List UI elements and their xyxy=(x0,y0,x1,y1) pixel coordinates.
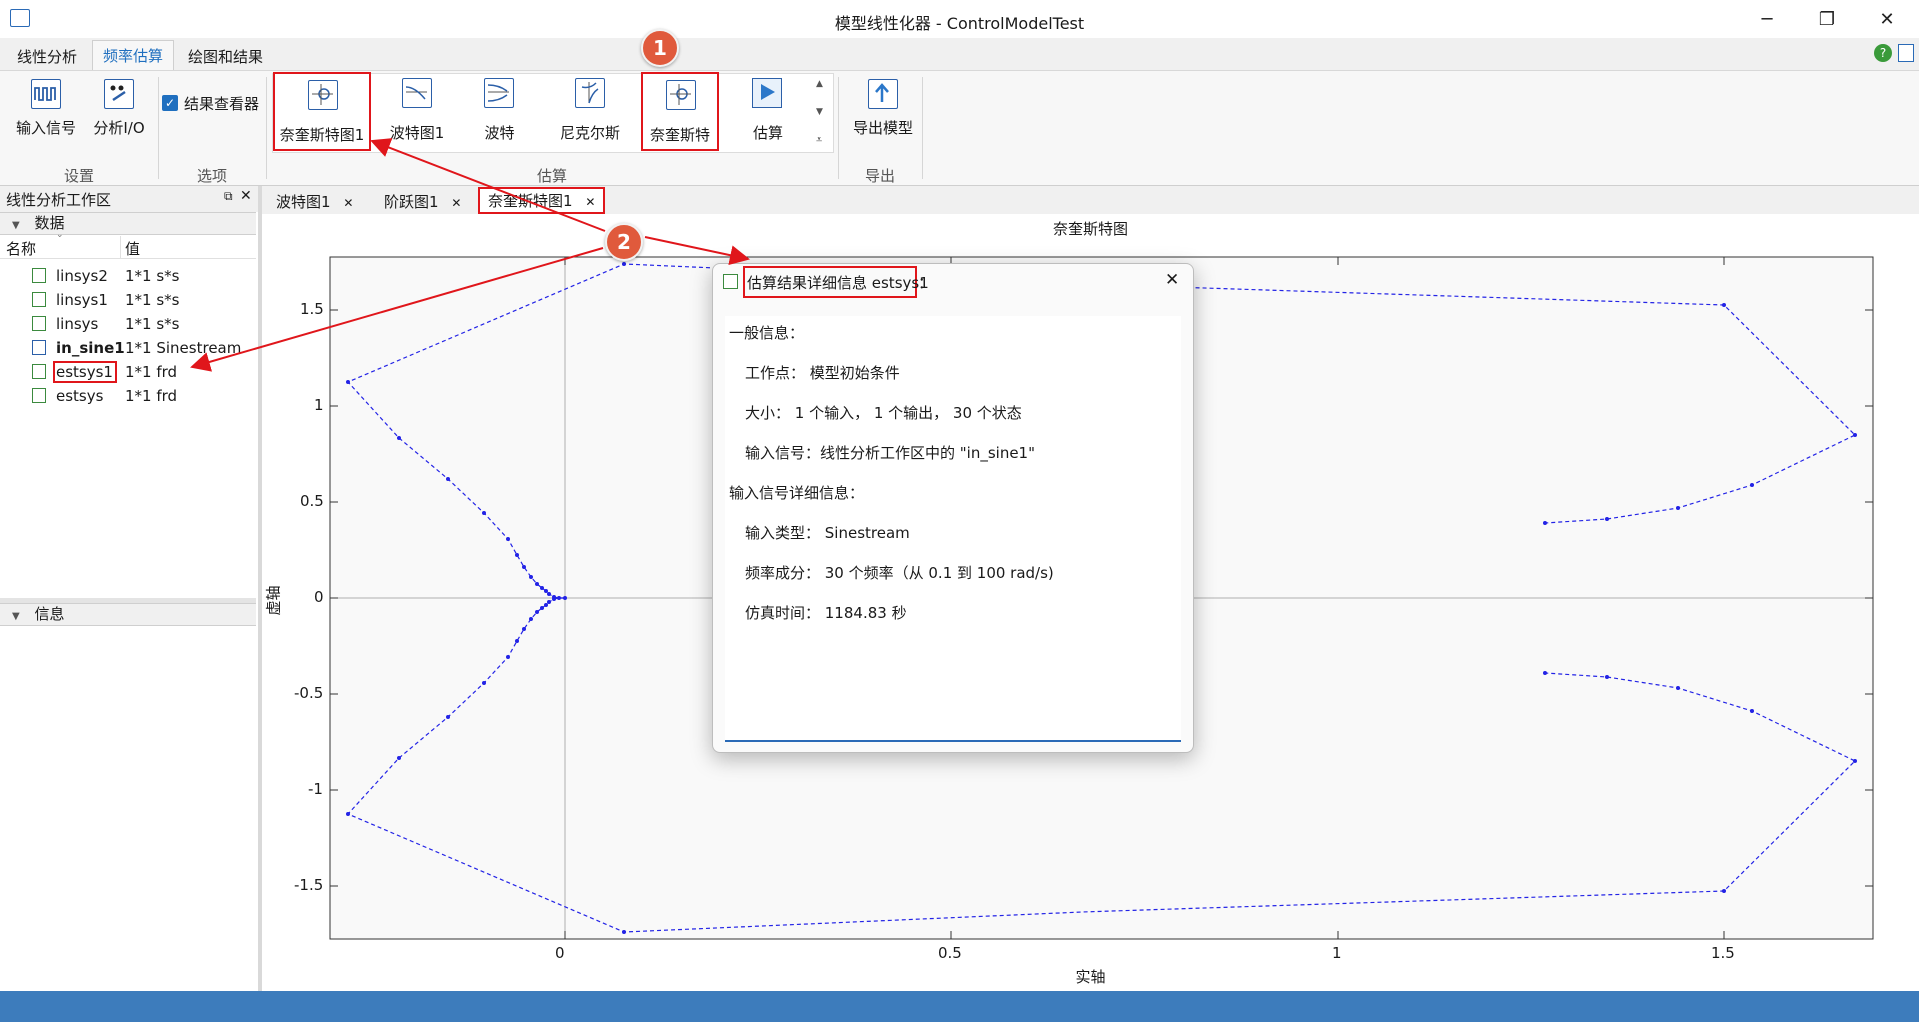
status-bar xyxy=(0,991,1919,1022)
annotation-arrows xyxy=(190,138,750,372)
callout-2: 2 xyxy=(605,223,643,261)
callout-1: 1 xyxy=(641,29,679,67)
